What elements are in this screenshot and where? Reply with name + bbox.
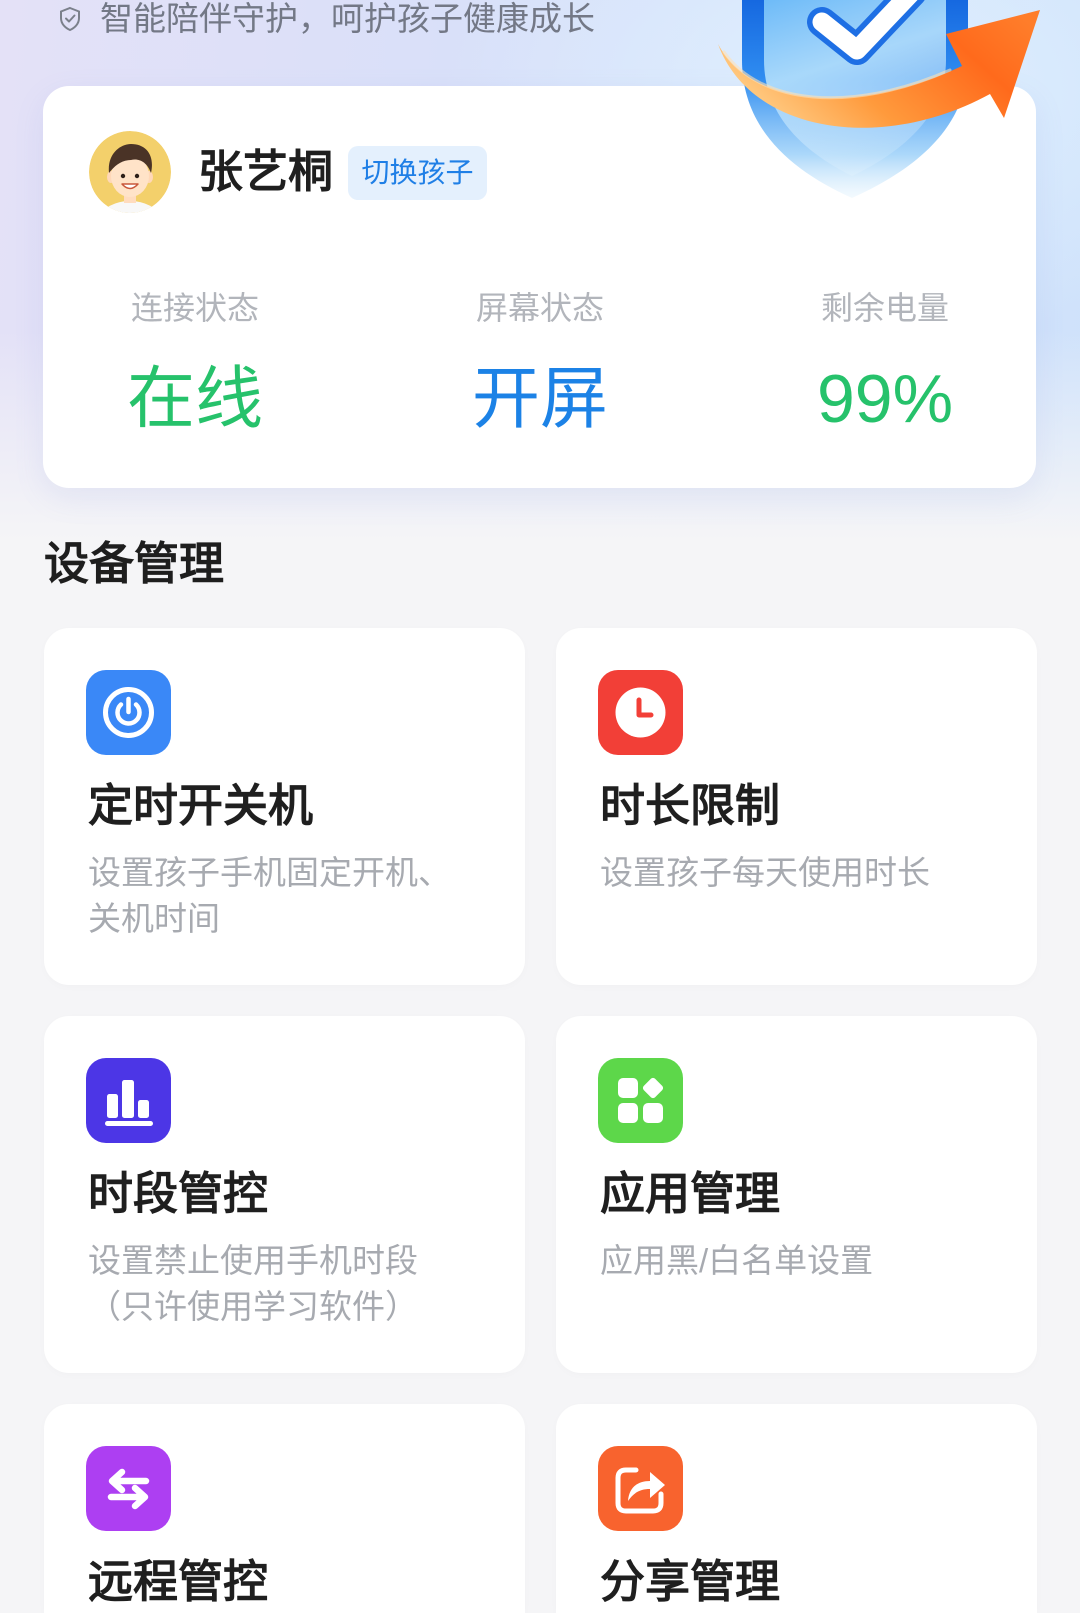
stat-label: 屏幕状态 bbox=[475, 290, 604, 326]
feature-desc-line: （只许使用学习软件） bbox=[88, 1288, 418, 1325]
feature-icon-tile bbox=[598, 1058, 683, 1143]
feature-icon-tile bbox=[86, 1446, 171, 1531]
apps-grid-icon bbox=[618, 1077, 664, 1123]
feature-desc-line: 应用黑/白名单设置 bbox=[600, 1242, 874, 1279]
feature-title: 定时开关机 bbox=[88, 780, 314, 831]
feature-title: 应用管理 bbox=[600, 1168, 781, 1219]
feature-icon-tile bbox=[86, 1058, 171, 1143]
tagline: 智能陪伴守护，呵护孩子健康成长 bbox=[58, 0, 595, 38]
feature-desc: 设置孩子每天使用时长 bbox=[600, 850, 930, 896]
stat-connection: 连接状态 在线 bbox=[75, 288, 315, 439]
share-icon bbox=[615, 1467, 665, 1514]
tagline-text: 智能陪伴守护，呵护孩子健康成长 bbox=[100, 0, 595, 37]
shield-check-arrow-icon bbox=[718, 0, 1040, 198]
stat-screen: 屏幕状态 开屏 bbox=[420, 288, 660, 439]
section-title-device-management: 设备管理 bbox=[44, 538, 225, 589]
clock-icon bbox=[615, 687, 666, 738]
feature-desc-line: 设置孩子手机固定开机、 bbox=[88, 854, 451, 891]
feature-card-remote-control[interactable]: 远程管控 bbox=[44, 1404, 525, 1613]
swap-arrows-icon bbox=[107, 1468, 150, 1510]
child-avatar[interactable] bbox=[89, 131, 171, 213]
shield-check-icon bbox=[60, 6, 80, 32]
stat-label: 剩余电量 bbox=[820, 290, 949, 326]
stat-value: 开屏 bbox=[471, 361, 608, 437]
feature-card-scheduled-power[interactable]: 定时开关机 设置孩子手机固定开机、 关机时间 bbox=[44, 628, 525, 985]
feature-title: 时段管控 bbox=[88, 1168, 269, 1219]
avatar-image bbox=[89, 131, 171, 213]
feature-card-time-limit[interactable]: 时长限制 设置孩子每天使用时长 bbox=[556, 628, 1037, 985]
stat-label: 连接状态 bbox=[130, 290, 259, 326]
feature-title: 远程管控 bbox=[88, 1556, 269, 1607]
switch-child-button[interactable]: 切换孩子 bbox=[348, 146, 487, 200]
feature-card-share-management[interactable]: 分享管理 bbox=[556, 1404, 1037, 1613]
feature-desc: 设置禁止使用手机时段 （只许使用学习软件） bbox=[88, 1238, 418, 1330]
feature-icon-tile bbox=[86, 670, 171, 755]
feature-icon-tile bbox=[598, 670, 683, 755]
feature-card-period-control[interactable]: 时段管控 设置禁止使用手机时段 （只许使用学习软件） bbox=[44, 1016, 525, 1373]
bar-chart-icon bbox=[105, 1080, 153, 1126]
child-name: 张艺桐 bbox=[198, 146, 334, 197]
feature-title: 分享管理 bbox=[600, 1556, 781, 1607]
stat-value: 99% bbox=[816, 361, 954, 437]
feature-desc-line: 设置禁止使用手机时段 bbox=[88, 1242, 418, 1279]
feature-desc: 设置孩子手机固定开机、 关机时间 bbox=[88, 850, 451, 942]
child-guard-page: 智能陪伴守护，呵护孩子健康成长 张艺桐 切换孩子 连接状态 在线 屏幕状态 开屏… bbox=[0, 0, 1080, 1613]
feature-title: 时长限制 bbox=[600, 780, 781, 831]
feature-icon-tile bbox=[598, 1446, 683, 1531]
feature-desc: 应用黑/白名单设置 bbox=[600, 1238, 873, 1284]
feature-desc-line: 关机时间 bbox=[88, 900, 220, 937]
power-icon bbox=[103, 687, 154, 738]
feature-card-app-management[interactable]: 应用管理 应用黑/白名单设置 bbox=[556, 1016, 1037, 1373]
feature-desc-line: 设置孩子每天使用时长 bbox=[600, 854, 930, 891]
stat-battery: 剩余电量 99% bbox=[765, 288, 1005, 439]
stat-value: 在线 bbox=[126, 361, 263, 437]
